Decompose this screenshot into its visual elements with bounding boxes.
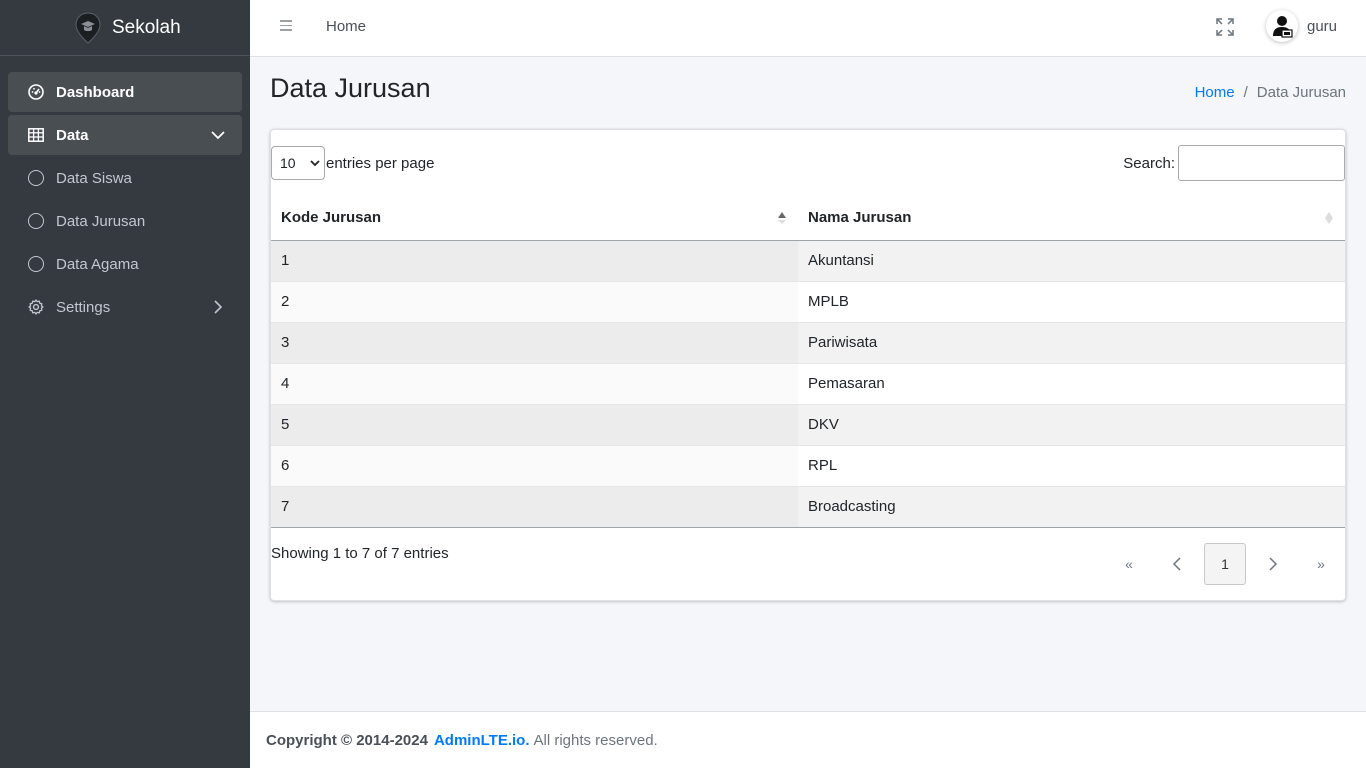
user-name: guru	[1307, 17, 1338, 35]
cell-nama: Pemasaran	[798, 363, 1345, 405]
cell-nama: Broadcasting	[798, 486, 1345, 528]
breadcrumb-home-link[interactable]: Home	[1195, 84, 1235, 101]
table-row: 5 DKV	[271, 404, 1345, 446]
gear-icon	[28, 299, 44, 315]
footer-adminlte-link[interactable]: AdminLTE.io.	[434, 732, 530, 749]
table-search: Search:	[1123, 145, 1345, 181]
sidebar-item-dashboard[interactable]: Dashboard	[8, 72, 242, 112]
sidebar-item-label: Dashboard	[56, 83, 135, 101]
column-header-label: Kode Jurusan	[281, 209, 382, 227]
chevron-right-icon	[1269, 557, 1278, 571]
sidebar-item-data-agama[interactable]: Data Agama	[8, 244, 242, 284]
table-row: 3 Pariwisata	[271, 322, 1345, 364]
cell-kode: 5	[271, 404, 798, 446]
pagination-first-button[interactable]: «	[1105, 543, 1153, 585]
entries-per-page-value: 10	[280, 155, 296, 171]
pagination-next-button[interactable]	[1249, 543, 1297, 585]
pagination-page-1-button[interactable]: 1	[1204, 543, 1246, 585]
column-header-nama-jurusan[interactable]: Nama Jurusan	[798, 196, 1345, 241]
circle-icon	[28, 170, 44, 186]
column-header-label: Nama Jurusan	[808, 209, 912, 227]
column-header-kode-jurusan[interactable]: Kode Jurusan	[271, 196, 798, 241]
chevron-right-icon	[210, 299, 226, 315]
cell-nama: DKV	[798, 404, 1345, 446]
footer-copyright: Copyright © 2014-2024	[266, 731, 428, 749]
footer-rights: All rights reserved.	[533, 731, 658, 749]
entries-per-page-select[interactable]: 10	[271, 146, 325, 180]
search-input[interactable]	[1178, 145, 1345, 181]
chevron-left-icon	[1172, 557, 1181, 571]
footer: Copyright © 2014-2024 AdminLTE.io. All r…	[250, 711, 1366, 768]
content-wrapper: Data Jurusan Home / Data Jurusan 10 entr…	[250, 57, 1366, 711]
table-row: 7 Broadcasting	[271, 486, 1345, 528]
cell-kode: 1	[271, 240, 798, 282]
sidebar: Sekolah Dashboard Data Data Siswa Data J…	[0, 0, 250, 768]
entries-per-page-label: entries per page	[326, 154, 435, 172]
breadcrumb: Home / Data Jurusan	[1195, 84, 1346, 101]
sidebar-item-settings[interactable]: Settings	[8, 287, 242, 327]
circle-icon	[28, 256, 44, 272]
header-home-link[interactable]: Home	[326, 18, 366, 35]
graduation-pin-icon	[74, 11, 102, 44]
top-navbar: Home guru	[250, 0, 1366, 57]
pagination: « 1 »	[1105, 543, 1345, 585]
sidebar-item-label: Data	[56, 126, 89, 144]
sidebar-item-label: Data Agama	[56, 255, 139, 273]
cell-kode: 3	[271, 322, 798, 364]
cell-kode: 7	[271, 486, 798, 528]
cell-kode: 4	[271, 363, 798, 405]
cell-nama: Akuntansi	[798, 240, 1345, 282]
cell-kode: 2	[271, 281, 798, 323]
sidebar-item-label: Data Siswa	[56, 169, 132, 187]
table-icon	[28, 127, 44, 143]
sidebar-item-label: Settings	[56, 298, 111, 316]
cell-kode: 6	[271, 445, 798, 487]
avatar	[1266, 10, 1298, 42]
table-row: 4 Pemasaran	[271, 363, 1345, 405]
cell-nama: Pariwisata	[798, 322, 1345, 364]
chevron-down-icon	[210, 127, 226, 143]
sort-both-icon	[1325, 212, 1333, 224]
table-row: 6 RPL	[271, 445, 1345, 487]
circle-icon	[28, 213, 44, 229]
search-label: Search:	[1123, 154, 1175, 172]
sidebar-item-data-siswa[interactable]: Data Siswa	[8, 158, 242, 198]
sidebar-item-label: Data Jurusan	[56, 212, 146, 230]
sidebar-item-data-jurusan[interactable]: Data Jurusan	[8, 201, 242, 241]
cell-nama: MPLB	[798, 281, 1345, 323]
cell-nama: RPL	[798, 445, 1345, 487]
user-menu[interactable]: guru	[1266, 10, 1337, 42]
page-title: Data Jurusan	[270, 73, 431, 103]
breadcrumb-separator: /	[1243, 84, 1248, 101]
tachometer-icon	[28, 84, 44, 100]
table-info: Showing 1 to 7 of 7 entries	[271, 545, 449, 562]
pagination-prev-button[interactable]	[1153, 543, 1201, 585]
sort-ascending-icon	[778, 212, 786, 224]
pagination-last-button[interactable]: »	[1297, 543, 1345, 585]
brand-link[interactable]: Sekolah	[0, 0, 250, 56]
sidebar-item-data[interactable]: Data	[8, 115, 242, 155]
entries-length-control: 10 entries per page	[271, 146, 434, 180]
data-table-card: 10 entries per page Search: Kode Jurusan…	[270, 129, 1346, 601]
table-row: 2 MPLB	[271, 281, 1345, 323]
jurusan-table: Kode Jurusan Nama Jurusan 1 Akuntansi 2	[271, 196, 1345, 528]
sidebar-nav: Dashboard Data Data Siswa Data Jurusan D…	[0, 56, 250, 327]
table-header-row: Kode Jurusan Nama Jurusan	[271, 196, 1345, 241]
chevron-down-icon	[310, 160, 320, 167]
menu-toggle-icon[interactable]	[280, 20, 292, 32]
breadcrumb-current: Data Jurusan	[1256, 84, 1346, 101]
fullscreen-icon[interactable]	[1216, 18, 1234, 36]
brand-name: Sekolah	[112, 16, 181, 38]
table-row: 1 Akuntansi	[271, 240, 1345, 282]
